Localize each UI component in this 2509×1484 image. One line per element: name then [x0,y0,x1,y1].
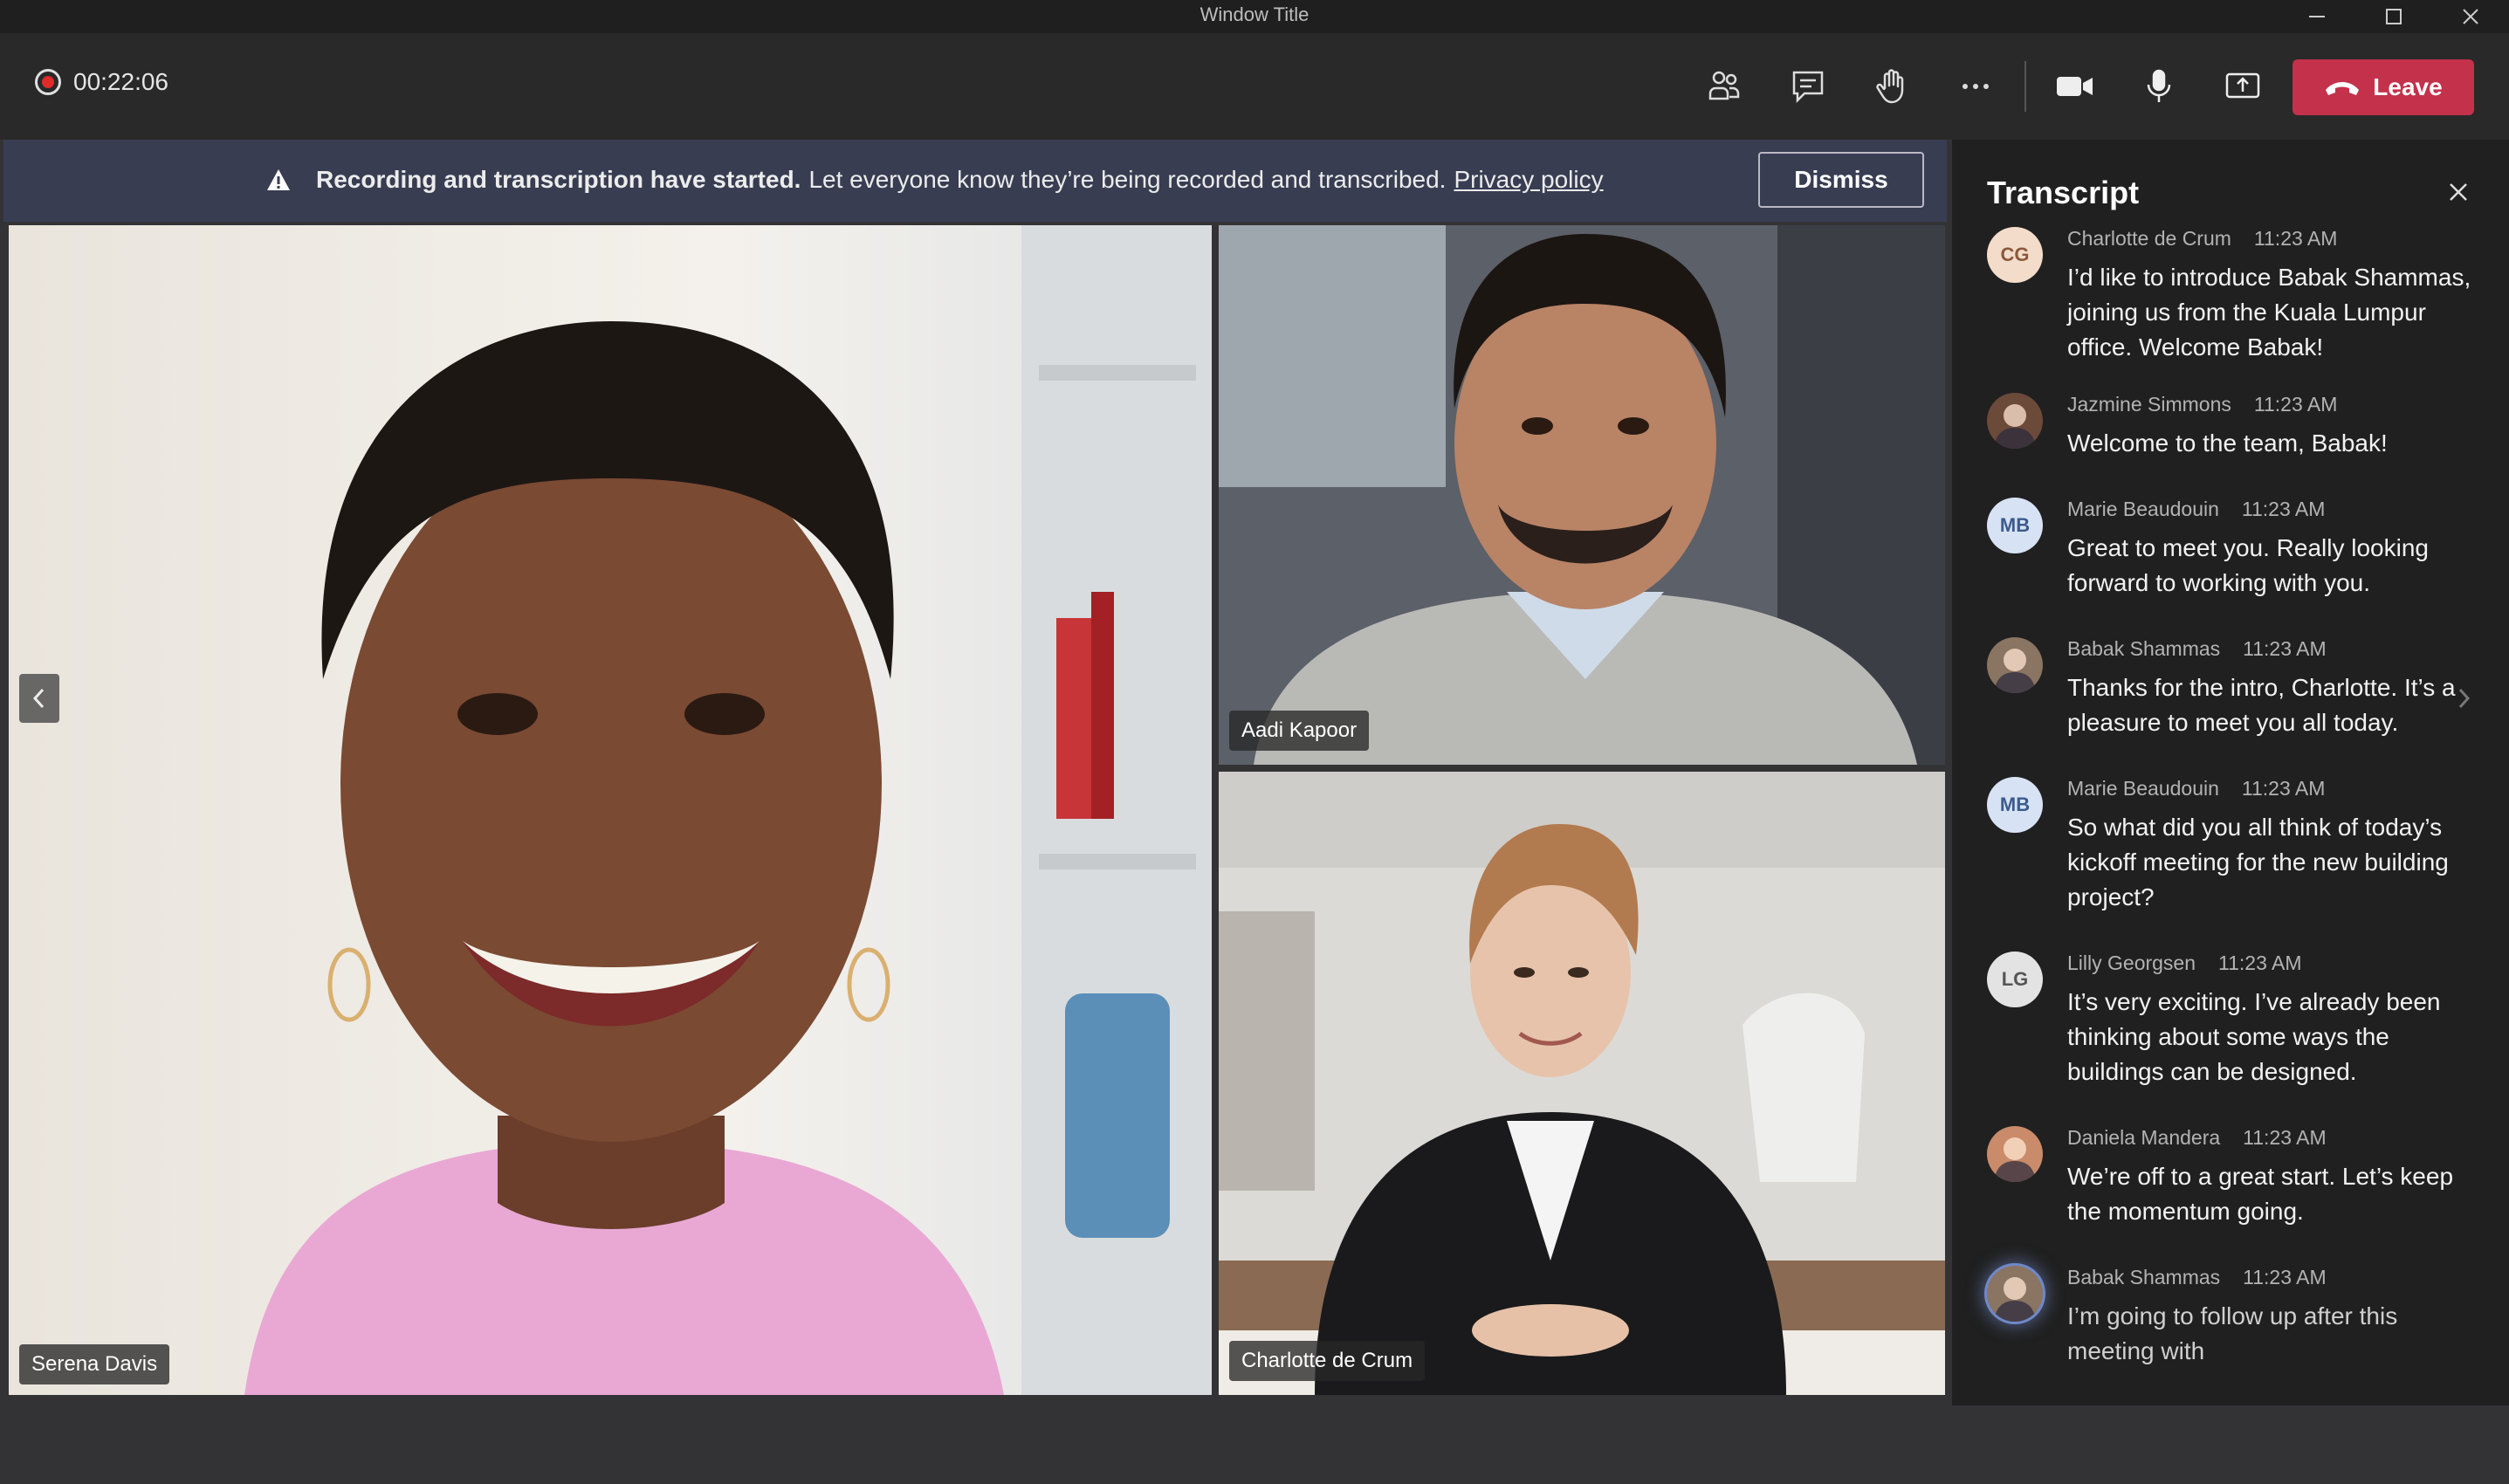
more-options-button[interactable] [1943,54,2008,119]
panel-title: Transcript [1987,175,2140,210]
avatar: MB [1987,777,2043,833]
camera-button[interactable] [2043,54,2107,119]
speaker-name: Babak Shammas [2067,637,2221,660]
video-tile-serena-davis[interactable]: Serena Davis [9,225,1212,1395]
entry-meta: Lilly Georgsen 11:23 AM [2067,952,2302,975]
avatar [1987,1126,2043,1182]
raise-hand-icon [1876,69,1904,104]
chevron-right-icon [2458,688,2471,709]
microphone-icon [2147,69,2171,102]
speaker-name: Charlotte de Crum [2067,227,2231,250]
bottom-bar [0,1405,2509,1484]
entry-meta: Marie Beaudouin 11:23 AM [2067,777,2325,800]
banner-bold-text: Recording and transcription have started… [316,166,801,193]
entry-meta: Charlotte de Crum 11:23 AM [2067,227,2337,251]
speaker-name: Marie Beaudouin [2067,498,2219,520]
participant-video [1219,225,1945,765]
avatar [1987,637,2043,693]
participants-button[interactable] [1692,54,1756,119]
speaker-name: Daniela Mandera [2067,1126,2221,1149]
meeting-toolbar: 00:22:06 Leave [0,33,2509,140]
toolbar-divider [2024,61,2026,112]
chat-button[interactable] [1776,54,1840,119]
banner-message: Recording and transcription have started… [265,166,1604,194]
video-tile-charlotte-de-crum[interactable]: Charlotte de Crum [1219,772,1945,1395]
leave-button[interactable]: Leave [2292,59,2474,115]
entry-text: Thanks for the intro, Charlotte. It’s a … [2067,674,2456,736]
entry-time: 11:23 AM [2243,637,2327,660]
entry-time: 11:23 AM [2243,1266,2327,1288]
title-bar: Window Title [0,0,2509,33]
participant-name-tag: Aadi Kapoor [1229,711,1370,751]
entry-text: I’m going to follow up after this meetin… [2067,1302,2398,1364]
people-icon [1708,71,1740,100]
close-icon [2450,183,2467,201]
speaker-name: Jazmine Simmons [2067,393,2231,416]
recording-indicator: 00:22:06 [35,68,168,96]
participant-name-tag: Charlotte de Crum [1229,1341,1426,1381]
next-page-button[interactable] [2448,674,2479,723]
speaker-name: Marie Beaudouin [2067,777,2219,800]
entry-text: We’re off to a great start. Let’s keep t… [2067,1163,2454,1225]
window-title: Window Title [1200,3,1309,25]
minimize-button[interactable] [2282,0,2352,33]
warning-icon [267,169,290,190]
entry-meta: Marie Beaudouin 11:23 AM [2067,498,2325,521]
entry-time: 11:23 AM [2243,1126,2327,1149]
entry-time: 11:23 AM [2218,952,2302,974]
microphone-button[interactable] [2127,54,2191,119]
recording-icon [35,69,61,95]
transcript-panel: Transcript CG Charlotte de Crum 11:23 AM I’… [1952,140,2509,1405]
entry-time: 11:23 AM [2253,227,2338,250]
share-screen-button[interactable] [2210,54,2275,119]
close-transcript-button[interactable] [2441,175,2476,210]
close-icon [2463,9,2478,24]
speaker-name: Babak Shammas [2067,1266,2221,1288]
entry-meta: Babak Shammas 11:23 AM [2067,637,2327,661]
maximize-button[interactable] [2359,0,2429,33]
entry-text: Great to meet you. Really looking forwar… [2067,534,2429,596]
recording-banner: Recording and transcription have started… [3,140,1947,222]
chat-icon [1792,71,1824,104]
speaker-name: Lilly Georgsen [2067,952,2196,974]
participant-video [1219,772,1945,1395]
maximize-icon [2386,9,2402,24]
chevron-left-icon [32,688,45,709]
dismiss-button[interactable]: Dismiss [1758,152,1924,208]
previous-page-button[interactable] [19,674,59,723]
leave-label: Leave [2373,73,2443,100]
avatar [1987,393,2043,449]
video-tile-aadi-kapoor[interactable]: Aadi Kapoor [1219,225,1945,765]
privacy-policy-link[interactable]: Privacy policy [1454,166,1603,194]
entry-meta: Babak Shammas 11:23 AM [2067,1266,2327,1289]
entry-time: 11:23 AM [2241,777,2326,800]
entry-text: It’s very exciting. I’ve already been th… [2067,988,2441,1085]
avatar [1987,1266,2043,1322]
banner-text: Let everyone know they’re being recorded… [808,166,1447,193]
minimize-icon [2309,16,2325,17]
avatar: CG [1987,227,2043,283]
entry-text: So what did you all think of today’s kic… [2067,814,2449,910]
more-icon [1963,84,1989,89]
entry-meta: Jazmine Simmons 11:23 AM [2067,393,2337,416]
entry-time: 11:23 AM [2253,393,2338,416]
participant-name-tag: Serena Davis [19,1344,170,1384]
entry-text: Welcome to the team, Babak! [2067,429,2388,457]
raise-hand-button[interactable] [1859,54,1924,119]
avatar: LG [1987,952,2043,1007]
share-screen-icon [2225,72,2260,99]
entry-time: 11:23 AM [2241,498,2326,520]
entry-meta: Daniela Mandera 11:23 AM [2067,1126,2327,1150]
phone-hangup-icon [2326,82,2360,95]
participant-video [9,225,1212,1395]
close-window-button[interactable] [2436,0,2506,33]
camera-icon [2057,77,2093,96]
avatar: MB [1987,498,2043,553]
entry-text: I’d like to introduce Babak Shammas, joi… [2067,264,2471,361]
meeting-timer: 00:22:06 [73,68,168,95]
